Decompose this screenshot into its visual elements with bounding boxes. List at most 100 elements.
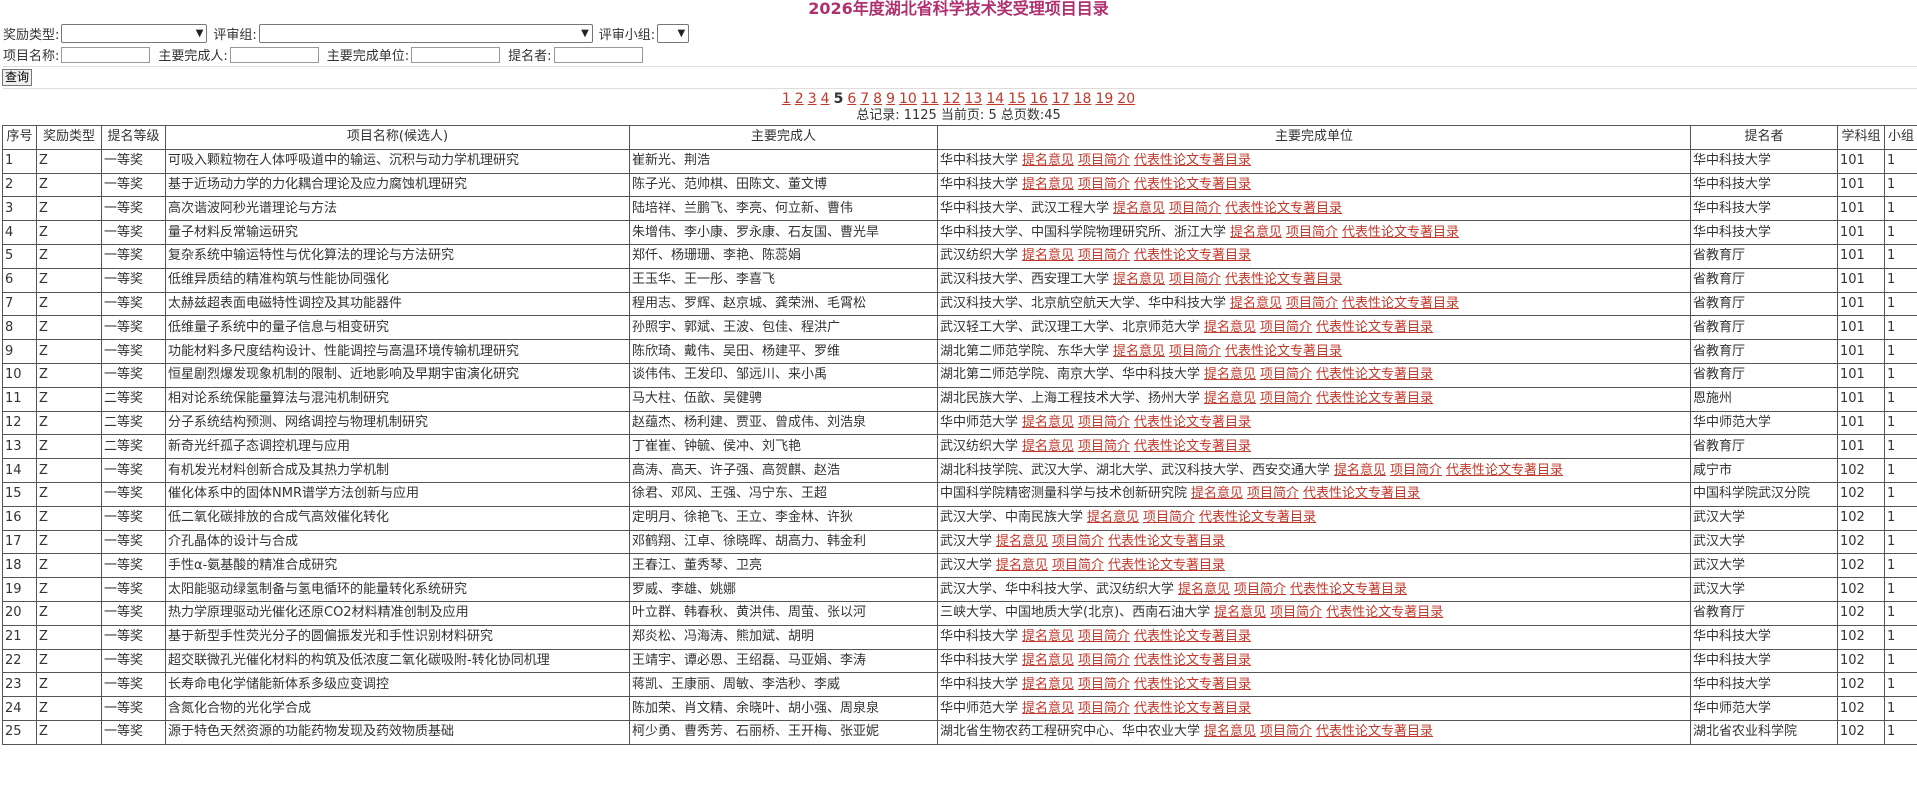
project-summary-link[interactable]: 项目简介 — [1234, 582, 1286, 597]
page-link[interactable]: 15 — [1008, 91, 1026, 107]
nomination-opinion-link[interactable]: 提名意见 — [1334, 463, 1386, 478]
paper-list-link[interactable]: 代表性论文专著目录 — [1342, 225, 1459, 240]
nomination-opinion-link[interactable]: 提名意见 — [1022, 153, 1074, 168]
paper-list-link[interactable]: 代表性论文专著目录 — [1290, 582, 1407, 597]
page-link[interactable]: 2 — [795, 91, 804, 107]
nomination-opinion-link[interactable]: 提名意见 — [1113, 272, 1165, 287]
paper-list-link[interactable]: 代表性论文专著目录 — [1316, 367, 1433, 382]
paper-list-link[interactable]: 代表性论文专著目录 — [1342, 296, 1459, 311]
main-person-input[interactable] — [229, 46, 319, 63]
nomination-opinion-link[interactable]: 提名意见 — [996, 558, 1048, 573]
nomination-opinion-link[interactable]: 提名意见 — [1022, 653, 1074, 668]
project-summary-link[interactable]: 项目简介 — [1078, 701, 1130, 716]
review-subgroup-select[interactable]: ▼ — [657, 23, 690, 43]
nomination-opinion-link[interactable]: 提名意见 — [1022, 248, 1074, 263]
project-summary-link[interactable]: 项目简介 — [1078, 177, 1130, 192]
paper-list-link[interactable]: 代表性论文专著目录 — [1446, 463, 1563, 478]
page-link[interactable]: 17 — [1052, 91, 1070, 107]
nomination-opinion-link[interactable]: 提名意见 — [1204, 391, 1256, 406]
project-summary-link[interactable]: 项目简介 — [1143, 510, 1195, 525]
paper-list-link[interactable]: 代表性论文专著目录 — [1134, 677, 1251, 692]
page-link[interactable]: 1 — [782, 91, 791, 107]
project-summary-link[interactable]: 项目简介 — [1052, 558, 1104, 573]
nomination-opinion-link[interactable]: 提名意见 — [1022, 701, 1074, 716]
paper-list-link[interactable]: 代表性论文专著目录 — [1199, 510, 1316, 525]
paper-list-link[interactable]: 代表性论文专著目录 — [1303, 486, 1420, 501]
nomination-opinion-link[interactable]: 提名意见 — [1022, 439, 1074, 454]
page-link[interactable]: 6 — [847, 91, 856, 107]
query-button[interactable]: 查询 — [2, 69, 33, 86]
paper-list-link[interactable]: 代表性论文专著目录 — [1316, 320, 1433, 335]
nomination-opinion-link[interactable]: 提名意见 — [1191, 486, 1243, 501]
page-link[interactable]: 19 — [1095, 91, 1113, 107]
project-summary-link[interactable]: 项目简介 — [1078, 415, 1130, 430]
project-summary-link[interactable]: 项目简介 — [1078, 153, 1130, 168]
project-summary-link[interactable]: 项目简介 — [1169, 272, 1221, 287]
project-summary-link[interactable]: 项目简介 — [1286, 296, 1338, 311]
project-summary-link[interactable]: 项目简介 — [1260, 724, 1312, 739]
project-summary-link[interactable]: 项目简介 — [1247, 486, 1299, 501]
nomination-opinion-link[interactable]: 提名意见 — [1022, 415, 1074, 430]
nomination-opinion-link[interactable]: 提名意见 — [1204, 724, 1256, 739]
nomination-opinion-link[interactable]: 提名意见 — [1214, 605, 1266, 620]
page-link[interactable]: 4 — [821, 91, 830, 107]
nomination-opinion-link[interactable]: 提名意见 — [1230, 225, 1282, 240]
paper-list-link[interactable]: 代表性论文专著目录 — [1134, 701, 1251, 716]
paper-list-link[interactable]: 代表性论文专著目录 — [1134, 248, 1251, 263]
paper-list-link[interactable]: 代表性论文专著目录 — [1316, 391, 1433, 406]
page-link[interactable]: 16 — [1030, 91, 1048, 107]
project-summary-link[interactable]: 项目简介 — [1078, 248, 1130, 263]
project-summary-link[interactable]: 项目简介 — [1078, 629, 1130, 644]
paper-list-link[interactable]: 代表性论文专著目录 — [1134, 439, 1251, 454]
page-link[interactable]: 18 — [1074, 91, 1092, 107]
paper-list-link[interactable]: 代表性论文专著目录 — [1316, 724, 1433, 739]
paper-list-link[interactable]: 代表性论文专著目录 — [1108, 558, 1225, 573]
nomination-opinion-link[interactable]: 提名意见 — [1178, 582, 1230, 597]
project-summary-link[interactable]: 项目简介 — [1260, 367, 1312, 382]
page-link[interactable]: 20 — [1117, 91, 1135, 107]
page-link[interactable]: 8 — [873, 91, 882, 107]
paper-list-link[interactable]: 代表性论文专著目录 — [1108, 534, 1225, 549]
nomination-opinion-link[interactable]: 提名意见 — [1022, 677, 1074, 692]
review-group-select[interactable]: ▼ — [258, 23, 593, 43]
project-summary-link[interactable]: 项目简介 — [1390, 463, 1442, 478]
nomination-opinion-link[interactable]: 提名意见 — [1204, 320, 1256, 335]
page-link[interactable]: 3 — [808, 91, 817, 107]
paper-list-link[interactable]: 代表性论文专著目录 — [1225, 272, 1342, 287]
page-link[interactable]: 13 — [964, 91, 982, 107]
page-link[interactable]: 7 — [860, 91, 869, 107]
nomination-opinion-link[interactable]: 提名意见 — [1230, 296, 1282, 311]
project-summary-link[interactable]: 项目简介 — [1286, 225, 1338, 240]
paper-list-link[interactable]: 代表性论文专著目录 — [1134, 153, 1251, 168]
nomination-opinion-link[interactable]: 提名意见 — [1087, 510, 1139, 525]
page-link[interactable]: 10 — [899, 91, 917, 107]
paper-list-link[interactable]: 代表性论文专著目录 — [1134, 415, 1251, 430]
paper-list-link[interactable]: 代表性论文专著目录 — [1225, 344, 1342, 359]
project-summary-link[interactable]: 项目简介 — [1078, 677, 1130, 692]
page-link[interactable]: 11 — [921, 91, 939, 107]
nomination-opinion-link[interactable]: 提名意见 — [1204, 367, 1256, 382]
page-link[interactable]: 9 — [886, 91, 895, 107]
project-summary-link[interactable]: 项目简介 — [1260, 391, 1312, 406]
project-summary-link[interactable]: 项目简介 — [1169, 344, 1221, 359]
page-link[interactable]: 14 — [986, 91, 1004, 107]
project-name-input[interactable] — [61, 46, 151, 63]
nomination-opinion-link[interactable]: 提名意见 — [996, 534, 1048, 549]
project-summary-link[interactable]: 项目简介 — [1078, 653, 1130, 668]
project-summary-link[interactable]: 项目简介 — [1052, 534, 1104, 549]
paper-list-link[interactable]: 代表性论文专著目录 — [1326, 605, 1443, 620]
project-summary-link[interactable]: 项目简介 — [1169, 201, 1221, 216]
nomination-opinion-link[interactable]: 提名意见 — [1113, 201, 1165, 216]
nominator-input[interactable] — [553, 46, 643, 63]
project-summary-link[interactable]: 项目简介 — [1270, 605, 1322, 620]
page-link[interactable]: 12 — [943, 91, 961, 107]
project-summary-link[interactable]: 项目简介 — [1078, 439, 1130, 454]
paper-list-link[interactable]: 代表性论文专著目录 — [1134, 177, 1251, 192]
project-summary-link[interactable]: 项目简介 — [1260, 320, 1312, 335]
award-type-select[interactable]: ▼ — [61, 23, 208, 43]
nomination-opinion-link[interactable]: 提名意见 — [1022, 177, 1074, 192]
paper-list-link[interactable]: 代表性论文专著目录 — [1134, 629, 1251, 644]
paper-list-link[interactable]: 代表性论文专著目录 — [1134, 653, 1251, 668]
nomination-opinion-link[interactable]: 提名意见 — [1022, 629, 1074, 644]
nomination-opinion-link[interactable]: 提名意见 — [1113, 344, 1165, 359]
